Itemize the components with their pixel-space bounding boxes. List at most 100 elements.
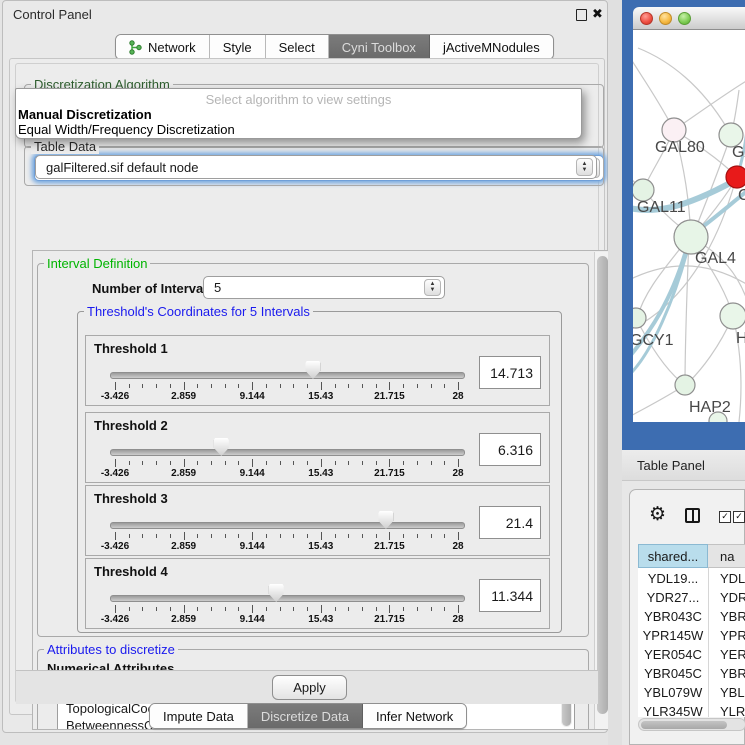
slider-minor-tick (225, 384, 226, 388)
cell-name[interactable]: YLR3 (708, 702, 745, 717)
slider-minor-tick (156, 384, 157, 388)
slider-major-tick (321, 605, 322, 613)
slider-track[interactable] (110, 595, 465, 602)
slider-tick-label: 9.144 (240, 614, 265, 625)
network-edge[interactable] (633, 45, 674, 130)
slider-track[interactable] (110, 522, 465, 529)
slider-minor-tick (156, 607, 157, 611)
split-panel-icon[interactable] (685, 508, 700, 523)
cell-shared-name[interactable]: YBR045C (638, 664, 708, 683)
node-label-gcy1: GCY1 (633, 332, 674, 349)
cell-name[interactable]: YBR0 (708, 664, 745, 683)
cell-shared-name[interactable]: YBR043C (638, 607, 708, 626)
slider-minor-tick (129, 461, 130, 465)
slider-minor-tick (129, 384, 130, 388)
cell-shared-name[interactable]: YLR345W (638, 702, 708, 717)
network-edge[interactable] (633, 266, 745, 285)
apply-button[interactable]: Apply (272, 675, 347, 700)
cell-shared-name[interactable]: YPR145W (638, 626, 708, 645)
network-node[interactable] (674, 220, 708, 254)
table-row[interactable]: YDL19...YDL1 (638, 569, 745, 588)
combo-stepper-icon[interactable]: ▲▼ (576, 158, 593, 176)
network-canvas[interactable]: GAL80GACGAL11GAL4GCY1HHAP2 (633, 30, 745, 422)
table-row[interactable]: YPR145WYPR1 (638, 626, 745, 645)
slider-tick-label: -3.426 (101, 391, 129, 402)
table-row[interactable]: YLR345WYLR3 (638, 702, 745, 717)
cell-name[interactable]: YER0 (708, 645, 745, 664)
network-node[interactable] (675, 375, 695, 395)
cell-shared-name[interactable]: YDL19... (638, 569, 708, 588)
slider-minor-tick (170, 607, 171, 611)
table-row[interactable]: YBL079WYBL0 (638, 683, 745, 702)
table-row[interactable]: YBR045CYBR0 (638, 664, 745, 683)
threshold-value-field[interactable]: 21.4 (479, 506, 541, 539)
table-row[interactable]: YBR043CYBR0 (638, 607, 745, 626)
close-icon[interactable]: ✖ (592, 6, 603, 22)
slider-minor-tick (156, 461, 157, 465)
tab-label: Impute Data (163, 709, 234, 724)
slider-minor-tick (156, 534, 157, 538)
algorithm-option-equal-width-frequency-discretization[interactable]: Equal Width/Frequency Discretization (18, 122, 235, 137)
cell-shared-name[interactable]: YBL079W (638, 683, 708, 702)
threshold-label: Threshold 4 (94, 564, 168, 579)
network-node[interactable] (720, 303, 745, 329)
threshold-value-field[interactable]: 11.344 (479, 579, 541, 612)
float-window-icon[interactable] (576, 9, 587, 21)
network-node[interactable] (633, 179, 654, 201)
slider-track[interactable] (110, 372, 465, 379)
slider-minor-tick (417, 534, 418, 538)
cell-shared-name[interactable]: YER054C (638, 645, 708, 664)
tab-network[interactable]: Network (116, 35, 210, 59)
threshold-value-field[interactable]: 6.316 (479, 433, 541, 466)
slider-minor-tick (307, 384, 308, 388)
tab-style[interactable]: Style (210, 35, 266, 59)
table-horizontal-scrollbar[interactable] (638, 718, 745, 731)
cell-shared-name[interactable]: YDR27... (638, 588, 708, 607)
table-row[interactable]: YDR27...YDR2 (638, 588, 745, 607)
zoom-traffic-light-icon[interactable] (678, 12, 691, 25)
panel-title: Control Panel (13, 7, 92, 22)
tab-impute-data[interactable]: Impute Data (150, 704, 248, 728)
slider-minor-tick (211, 461, 212, 465)
column-header-2[interactable]: na (708, 544, 745, 568)
cell-name[interactable]: YDL1 (708, 569, 745, 588)
network-node[interactable] (726, 166, 745, 188)
table-row[interactable]: YER054CYER0 (638, 645, 745, 664)
slider-tick-label: 9.144 (240, 541, 265, 552)
tab-jactivemnodules[interactable]: jActiveMNodules (430, 35, 553, 59)
slider-track[interactable] (110, 449, 465, 456)
cell-name[interactable]: YBL0 (708, 683, 745, 702)
close-traffic-light-icon[interactable] (640, 12, 653, 25)
table-data-group: Table Data galFiltered.sif default node … (24, 146, 604, 186)
slider-tick-label: 9.144 (240, 391, 265, 402)
slider-minor-tick (348, 461, 349, 465)
slider-minor-tick (266, 461, 267, 465)
tab-discretize-data[interactable]: Discretize Data (248, 704, 363, 728)
checkbox-icon[interactable]: ✓ (719, 511, 731, 523)
checkbox-icon[interactable]: ✓ (733, 511, 745, 523)
tab-select[interactable]: Select (266, 35, 329, 59)
panel-divider[interactable] (608, 0, 622, 745)
network-node[interactable] (633, 308, 646, 328)
cell-name[interactable]: YDR2 (708, 588, 745, 607)
slider-minor-tick (348, 607, 349, 611)
slider-minor-tick (170, 461, 171, 465)
group-title-attributes: Attributes to discretize (44, 642, 178, 657)
slider-minor-tick (142, 607, 143, 611)
table-panel-titlebar: Table Panel (622, 450, 745, 481)
slider-minor-tick (444, 534, 445, 538)
minimize-traffic-light-icon[interactable] (659, 12, 672, 25)
slider-major-tick (115, 459, 116, 467)
algorithm-option-manual-discretization[interactable]: Manual Discretization (18, 107, 152, 122)
number-of-intervals-combobox[interactable]: 5 ▲▼ (203, 276, 445, 299)
combo-stepper-icon[interactable]: ▲▼ (424, 279, 441, 296)
gear-icon[interactable]: ⚙ (649, 505, 666, 524)
table-data-combobox[interactable]: galFiltered.sif default node ▲▼ (35, 155, 597, 179)
column-header-1[interactable]: shared... (638, 544, 708, 568)
network-window-titlebar[interactable] (633, 7, 745, 30)
tab-infer-network[interactable]: Infer Network (363, 704, 466, 728)
cell-name[interactable]: YPR1 (708, 626, 745, 645)
threshold-value-field[interactable]: 14.713 (479, 356, 541, 389)
cell-name[interactable]: YBR0 (708, 607, 745, 626)
tab-cyni-toolbox[interactable]: Cyni Toolbox (329, 35, 430, 59)
